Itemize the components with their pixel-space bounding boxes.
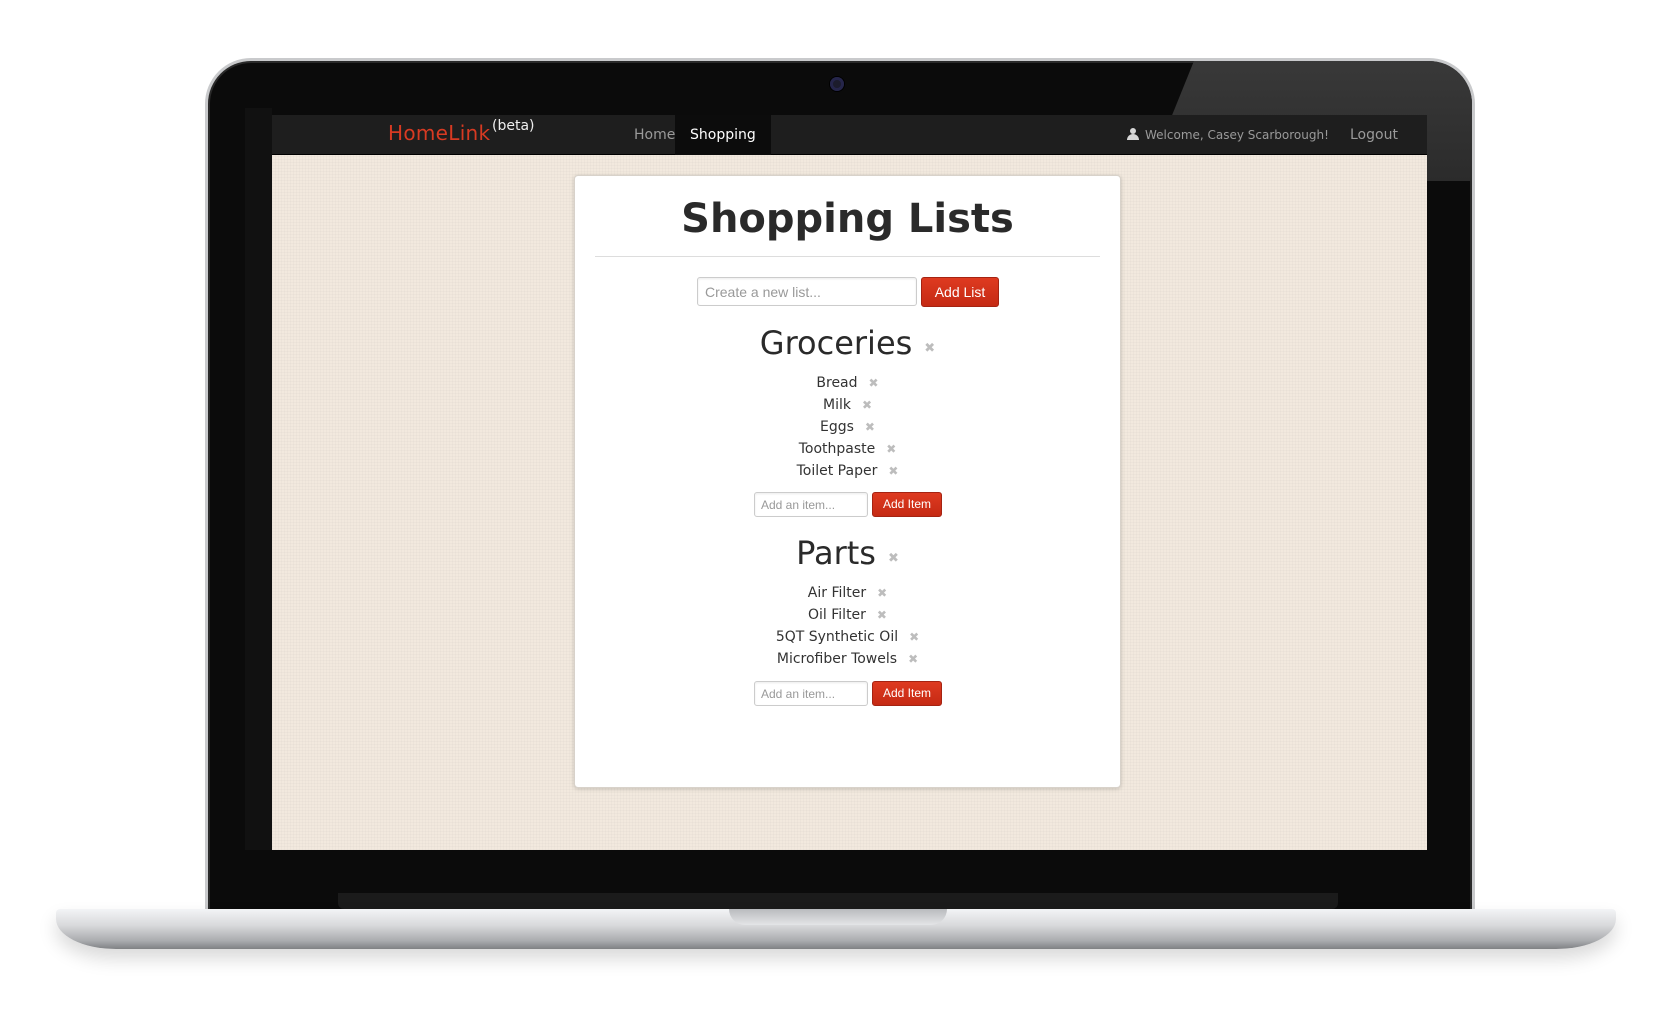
groceries-items: Bread ✖ Milk ✖ Eggs ✖ Toothpaste ✖ Toilet Pa… [575, 372, 1120, 482]
groceries-add-item-button[interactable]: Add Item [872, 492, 942, 517]
user-icon [1127, 128, 1139, 140]
list-name: Groceries [759, 324, 913, 362]
add-list-button[interactable]: Add List [921, 277, 999, 307]
parts-add-item-input[interactable] [754, 681, 868, 706]
welcome-text: Welcome, Casey Scarborough! [1145, 128, 1329, 142]
item-label: Air Filter [807, 585, 867, 601]
list-item: Microfiber Towels ✖ [575, 648, 1120, 670]
parts-items: Air Filter ✖ Oil Filter ✖ 5QT Synthetic Oi… [575, 582, 1120, 670]
item-label: Milk [822, 397, 851, 413]
list-item: Bread ✖ [575, 372, 1120, 394]
item-label: Toothpaste [798, 441, 876, 457]
close-icon[interactable]: ✖ [886, 442, 896, 456]
list-item: Toilet Paper ✖ [575, 460, 1120, 482]
list-title-groceries: Groceries ✖ [575, 324, 1120, 362]
close-icon[interactable]: ✖ [862, 398, 872, 412]
list-item: Oil Filter ✖ [575, 604, 1120, 626]
screen-bezel [245, 108, 272, 850]
list-item: Toothpaste ✖ [575, 438, 1120, 460]
new-list-input[interactable] [697, 277, 917, 306]
item-label: Oil Filter [808, 607, 866, 623]
close-icon[interactable]: ✖ [888, 464, 898, 478]
laptop-notch [729, 909, 947, 925]
close-icon[interactable]: ✖ [877, 608, 887, 622]
close-icon[interactable]: ✖ [908, 652, 918, 666]
logout-link[interactable]: Logout [1350, 115, 1398, 155]
title-divider [595, 256, 1100, 257]
list-item: Milk ✖ [575, 394, 1120, 416]
camera-icon [830, 77, 844, 91]
brand-beta-label: (beta) [492, 118, 535, 134]
close-icon[interactable]: ✖ [924, 341, 935, 356]
item-label: Eggs [820, 419, 854, 435]
screen: HomeLink (beta) Home Shopping Welcome, C… [272, 115, 1427, 850]
nav-shopping[interactable]: Shopping [675, 115, 771, 155]
shopping-lists-card: Shopping Lists Add List Groceries ✖ Bread… [574, 175, 1121, 788]
groceries-add-item-input[interactable] [754, 492, 868, 517]
parts-add-item-button[interactable]: Add Item [872, 681, 942, 706]
page-title: Shopping Lists [681, 196, 1014, 242]
item-label: Microfiber Towels [776, 651, 898, 667]
list-title-parts: Parts ✖ [575, 534, 1120, 572]
brand-logo[interactable]: HomeLink [388, 121, 490, 145]
list-item: 5QT Synthetic Oil ✖ [575, 626, 1120, 648]
welcome-message: Welcome, Casey Scarborough! [1127, 115, 1329, 155]
close-icon[interactable]: ✖ [877, 586, 887, 600]
close-icon[interactable]: ✖ [865, 420, 875, 434]
close-icon[interactable]: ✖ [909, 630, 919, 644]
list-name: Parts [796, 534, 876, 572]
item-label: 5QT Synthetic Oil [775, 629, 899, 645]
laptop-chin [338, 893, 1338, 909]
item-label: Toilet Paper [796, 463, 878, 479]
list-item: Eggs ✖ [575, 416, 1120, 438]
list-item: Air Filter ✖ [575, 582, 1120, 604]
close-icon[interactable]: ✖ [888, 551, 899, 566]
navbar: HomeLink (beta) Home Shopping Welcome, C… [272, 115, 1427, 155]
close-icon[interactable]: ✖ [869, 376, 879, 390]
item-label: Bread [816, 375, 858, 391]
